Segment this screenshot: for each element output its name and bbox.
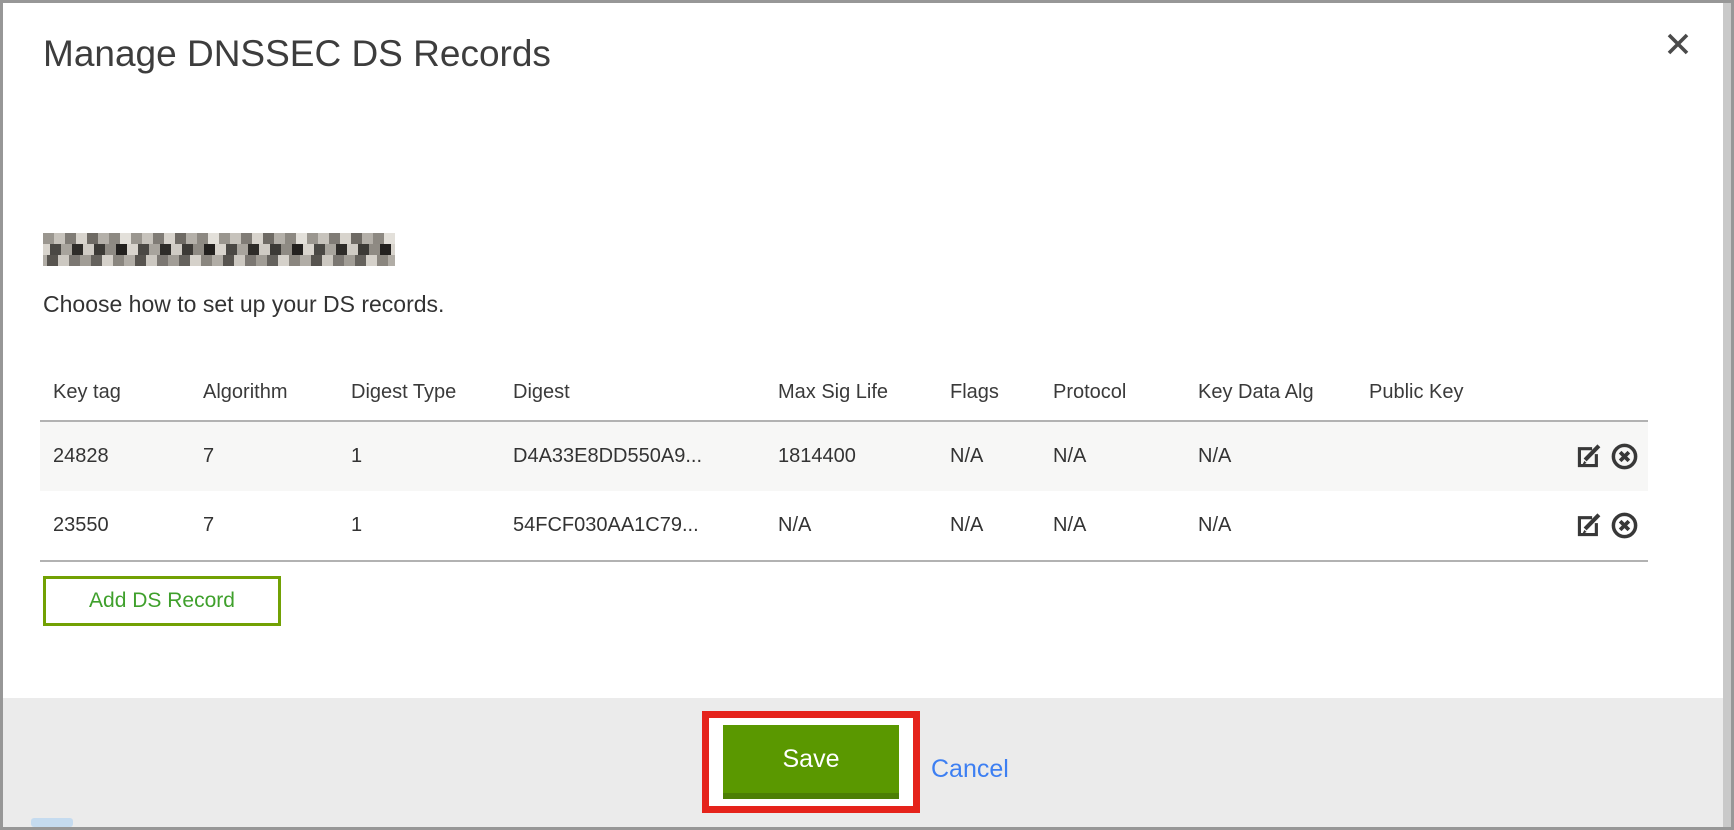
- col-header-protocol: Protocol: [1040, 375, 1185, 421]
- edit-record-button[interactable]: [1574, 511, 1603, 540]
- cell-digest-type: 1: [338, 491, 500, 561]
- col-header-algorithm: Algorithm: [190, 375, 338, 421]
- edit-icon: [1574, 459, 1603, 474]
- row-actions: [1560, 491, 1648, 561]
- table-row: 23550 7 1 54FCF030AA1C79... N/A N/A N/A …: [40, 491, 1648, 561]
- row-actions: [1560, 421, 1648, 491]
- edit-icon: [1574, 528, 1603, 543]
- ds-records-table: Key tag Algorithm Digest Type Digest Max…: [40, 375, 1648, 562]
- cell-public-key: [1356, 421, 1560, 491]
- save-button[interactable]: Save: [723, 725, 899, 799]
- add-ds-record-button[interactable]: Add DS Record: [43, 576, 281, 626]
- col-header-max-sig-life: Max Sig Life: [765, 375, 937, 421]
- col-header-flags: Flags: [937, 375, 1040, 421]
- cell-key-data-alg: N/A: [1185, 421, 1356, 491]
- manage-dnssec-ds-records-dialog: Manage DNSSEC DS Records Choose how to s…: [0, 0, 1734, 830]
- cell-protocol: N/A: [1040, 491, 1185, 561]
- cell-max-sig-life: 1814400: [765, 421, 937, 491]
- delete-icon: [1610, 528, 1639, 543]
- cell-digest: D4A33E8DD550A9...: [500, 421, 765, 491]
- cell-algorithm: 7: [190, 491, 338, 561]
- col-header-digest-type: Digest Type: [338, 375, 500, 421]
- underlying-page-artifact: [31, 818, 73, 827]
- instruction-text: Choose how to set up your DS records.: [43, 291, 444, 318]
- dialog-edge-shadow: [1723, 3, 1731, 827]
- col-header-key-tag: Key tag: [40, 375, 190, 421]
- cell-flags: N/A: [937, 491, 1040, 561]
- cell-max-sig-life: N/A: [765, 491, 937, 561]
- cell-digest: 54FCF030AA1C79...: [500, 491, 765, 561]
- col-header-actions: [1560, 375, 1648, 421]
- close-button[interactable]: [1663, 29, 1693, 59]
- cell-public-key: [1356, 491, 1560, 561]
- col-header-public-key: Public Key: [1356, 375, 1560, 421]
- col-header-key-data-alg: Key Data Alg: [1185, 375, 1356, 421]
- cell-flags: N/A: [937, 421, 1040, 491]
- close-icon: [1664, 46, 1692, 61]
- delete-record-button[interactable]: [1610, 442, 1639, 471]
- delete-icon: [1610, 459, 1639, 474]
- dialog-title: Manage DNSSEC DS Records: [43, 33, 551, 75]
- delete-record-button[interactable]: [1610, 511, 1639, 540]
- edit-record-button[interactable]: [1574, 442, 1603, 471]
- redacted-domain-name: [43, 233, 395, 266]
- save-button-highlight: Save: [702, 711, 920, 813]
- cell-protocol: N/A: [1040, 421, 1185, 491]
- cancel-link[interactable]: Cancel: [931, 755, 1009, 784]
- cell-key-tag: 23550: [40, 491, 190, 561]
- col-header-digest: Digest: [500, 375, 765, 421]
- table-header-row: Key tag Algorithm Digest Type Digest Max…: [40, 375, 1648, 421]
- cell-key-tag: 24828: [40, 421, 190, 491]
- cell-key-data-alg: N/A: [1185, 491, 1356, 561]
- table-row: 24828 7 1 D4A33E8DD550A9... 1814400 N/A …: [40, 421, 1648, 491]
- cell-digest-type: 1: [338, 421, 500, 491]
- cell-algorithm: 7: [190, 421, 338, 491]
- dialog-footer: Save Cancel: [3, 698, 1731, 827]
